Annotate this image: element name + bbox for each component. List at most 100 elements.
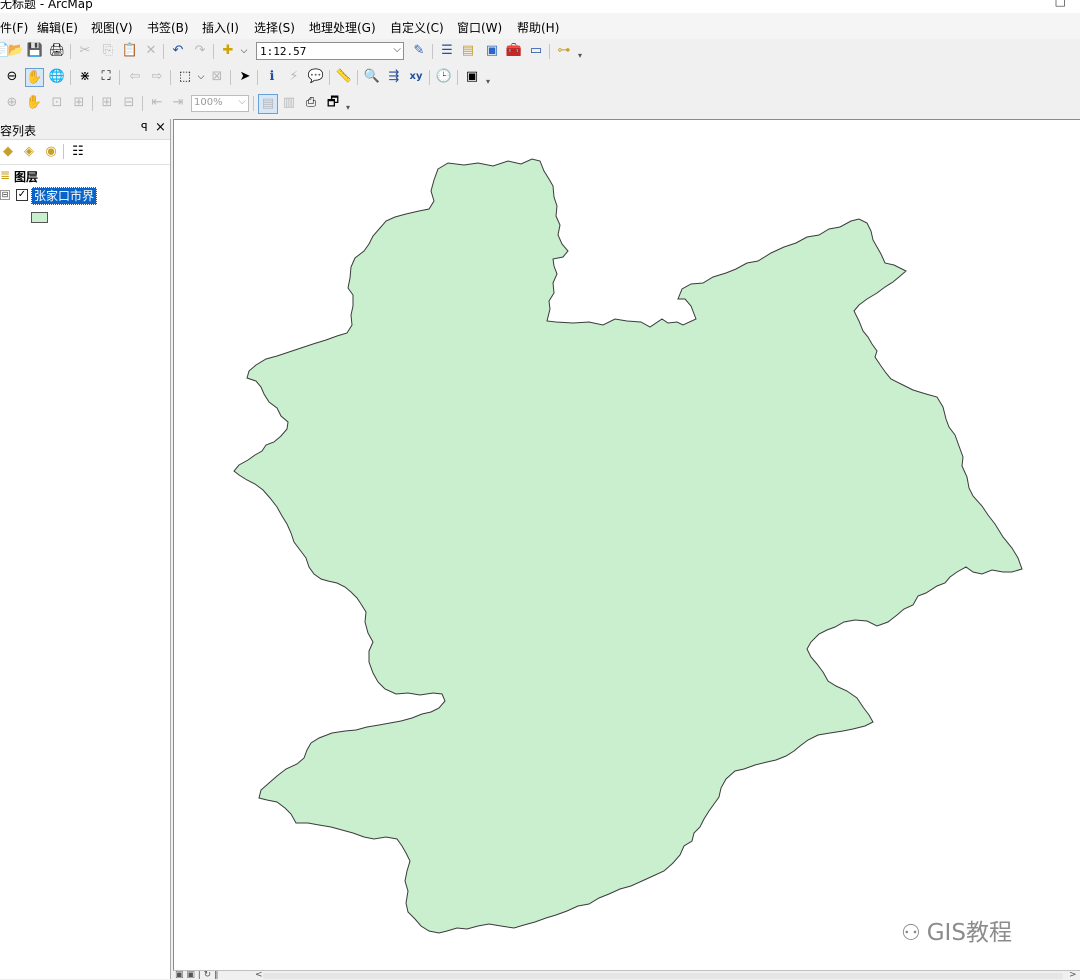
full-extent-icon[interactable]: 🌐 bbox=[49, 69, 65, 85]
go-forward-extent-icon[interactable]: ⇨ bbox=[149, 69, 165, 85]
add-data-icon[interactable]: ✚ bbox=[220, 43, 236, 59]
copy-icon[interactable]: ⎘ bbox=[100, 43, 116, 59]
data-frame-label[interactable]: 图层 bbox=[14, 168, 38, 185]
menu-bookmarks[interactable]: 书签(B) bbox=[147, 19, 189, 36]
collapse-icon[interactable]: ⊟ bbox=[0, 190, 10, 200]
toolbar-separator bbox=[142, 96, 143, 111]
add-data-dropdown-icon[interactable]: ⌵ bbox=[236, 43, 252, 59]
layout-toolbar: ⊕ ✋ ⊡ ⊞ ⊞ ⊟ ⇤ ⇥ 100% ⌵ ▤ ▥ ⎙ 🗗 ▾ bbox=[0, 91, 1080, 119]
measure-icon[interactable]: 📏 bbox=[336, 69, 352, 85]
horizontal-scrollbar[interactable] bbox=[263, 973, 1063, 979]
watermark-text: GIS教程 bbox=[926, 920, 1012, 946]
undo-icon[interactable]: ↶ bbox=[170, 43, 186, 59]
select-elements-icon[interactable]: ➤ bbox=[237, 69, 253, 85]
toolbar-separator bbox=[170, 70, 171, 85]
create-viewer-window-icon[interactable]: ▣ bbox=[464, 69, 480, 85]
toolbar-separator bbox=[163, 44, 164, 59]
redo-icon[interactable]: ↷ bbox=[192, 43, 208, 59]
menu-file[interactable]: 文件(F) bbox=[0, 19, 28, 36]
layout-back-icon[interactable]: ⇤ bbox=[149, 95, 165, 111]
catalog-window-icon[interactable]: ▤ bbox=[460, 43, 476, 59]
layer-name[interactable]: 张家口市界 bbox=[31, 187, 98, 205]
list-by-drawing-order-icon[interactable]: ◆ bbox=[0, 144, 16, 160]
find-route-icon[interactable]: ⇶ bbox=[386, 69, 402, 85]
menu-selection[interactable]: 选择(S) bbox=[254, 19, 295, 36]
clear-selection-icon[interactable]: ⊠ bbox=[209, 69, 225, 85]
toolbar-options-icon[interactable]: ▾ bbox=[578, 51, 584, 61]
toolbar-separator bbox=[70, 44, 71, 59]
toolbar-separator bbox=[329, 70, 330, 85]
chevron-down-icon[interactable]: ⌵ bbox=[238, 96, 246, 107]
layout-fixed-zoom-in-icon[interactable]: ⊞ bbox=[99, 95, 115, 111]
toggle-draft-mode-icon[interactable]: ▤ bbox=[258, 94, 278, 114]
layout-zoom-in-icon[interactable]: ⊕ bbox=[4, 95, 20, 111]
change-layout-icon[interactable]: ⎙ bbox=[303, 95, 319, 111]
toolbar-separator bbox=[119, 70, 120, 85]
menu-edit[interactable]: 编辑(E) bbox=[37, 19, 78, 36]
list-by-selection-icon[interactable]: ☷ bbox=[70, 144, 86, 160]
map-view[interactable]: ⚇ GIS教程 bbox=[173, 119, 1080, 971]
layout-zoom-whole-page-icon[interactable]: ⊡ bbox=[49, 95, 65, 111]
go-to-xy-icon[interactable]: xy bbox=[408, 69, 424, 85]
toolbar-separator bbox=[429, 70, 430, 85]
toolbar-options-icon[interactable]: ▾ bbox=[486, 77, 492, 87]
zhangjiakou-boundary-polygon[interactable] bbox=[233, 158, 1023, 934]
menu-view[interactable]: 视图(V) bbox=[91, 19, 133, 36]
menu-customize[interactable]: 自定义(C) bbox=[390, 19, 444, 36]
select-features-icon[interactable]: ⬚ bbox=[177, 69, 193, 85]
html-popup-icon[interactable]: 💬 bbox=[308, 69, 324, 85]
table-of-contents-window-icon[interactable]: ☰ bbox=[439, 43, 455, 59]
layout-zoom-100-icon[interactable]: ⊞ bbox=[71, 95, 87, 111]
modelbuilder-icon[interactable]: ⊶ bbox=[556, 43, 572, 59]
toolbar-separator bbox=[432, 44, 433, 59]
pan-icon[interactable]: ✋ bbox=[25, 68, 44, 87]
go-back-extent-icon[interactable]: ⇦ bbox=[127, 69, 143, 85]
pin-icon[interactable]: ꟼ bbox=[141, 121, 148, 134]
map-scale-combobox[interactable]: 1:12.57 ⌵ bbox=[256, 42, 404, 60]
toolbar-separator bbox=[257, 70, 258, 85]
arctoolbox-icon[interactable]: 🧰 bbox=[506, 43, 522, 59]
layout-zoom-combobox[interactable]: 100% ⌵ bbox=[191, 95, 249, 112]
toolbar-options-icon[interactable]: ▾ bbox=[346, 103, 352, 113]
restore-window-button[interactable]: □ bbox=[1055, 0, 1066, 8]
list-by-visibility-icon[interactable]: ◉ bbox=[43, 144, 59, 160]
identify-icon[interactable]: ℹ bbox=[264, 69, 280, 85]
menu-help[interactable]: 帮助(H) bbox=[517, 19, 559, 36]
layout-pan-icon[interactable]: ✋ bbox=[26, 95, 42, 111]
time-slider-icon[interactable]: 🕒 bbox=[436, 69, 452, 85]
menu-window[interactable]: 窗口(W) bbox=[457, 19, 502, 36]
fixed-zoom-out-icon[interactable]: ⛶ bbox=[98, 69, 114, 85]
layer-visibility-checkbox[interactable]: ✓ bbox=[16, 189, 28, 201]
hyperlink-icon[interactable]: ⚡ bbox=[286, 69, 302, 85]
editor-toolbar-icon[interactable]: ✎ bbox=[411, 43, 427, 59]
layers-icon: ≣ bbox=[0, 168, 11, 182]
search-window-icon[interactable]: ▣ bbox=[484, 43, 500, 59]
watermark: ⚇ GIS教程 bbox=[901, 913, 1012, 947]
save-icon[interactable]: 💾 bbox=[27, 43, 43, 59]
python-window-icon[interactable]: ▭ bbox=[528, 43, 544, 59]
paste-icon[interactable]: 📋 bbox=[122, 43, 138, 59]
fixed-zoom-in-icon[interactable]: ⋇ bbox=[77, 69, 93, 85]
table-of-contents: 内容列表 ꟼ × ◆ ◈ ◉ ☷ ≣ 图层 ⊟ ✓ 张家口市界 bbox=[0, 119, 171, 979]
focus-data-frame-icon[interactable]: ▥ bbox=[281, 95, 297, 111]
layout-fixed-zoom-out-icon[interactable]: ⊟ bbox=[121, 95, 137, 111]
close-icon[interactable]: × bbox=[155, 120, 166, 135]
select-features-dropdown-icon[interactable]: ⌵ bbox=[193, 69, 209, 85]
find-icon[interactable]: 🔍 bbox=[364, 69, 380, 85]
toc-title: 内容列表 bbox=[0, 124, 37, 138]
map-canvas[interactable] bbox=[174, 120, 1080, 971]
layer-symbol-patch[interactable] bbox=[31, 212, 48, 223]
delete-icon[interactable]: ✕ bbox=[143, 43, 159, 59]
layout-forward-icon[interactable]: ⇥ bbox=[170, 95, 186, 111]
layout-zoom-value: 100% bbox=[194, 97, 223, 108]
cut-icon[interactable]: ✂ bbox=[77, 43, 93, 59]
menu-geoprocessing[interactable]: 地理处理(G) bbox=[309, 19, 376, 36]
data-driven-pages-icon[interactable]: 🗗 bbox=[325, 95, 341, 111]
menu-insert[interactable]: 插入(I) bbox=[202, 19, 239, 36]
print-icon[interactable]: 🖨 bbox=[49, 43, 66, 59]
zoom-out-icon[interactable]: ⊖ bbox=[4, 69, 20, 85]
open-icon[interactable]: 📂 bbox=[8, 43, 24, 59]
toolbar-separator bbox=[92, 96, 93, 111]
list-by-source-icon[interactable]: ◈ bbox=[21, 144, 37, 160]
chevron-down-icon[interactable]: ⌵ bbox=[393, 44, 401, 55]
